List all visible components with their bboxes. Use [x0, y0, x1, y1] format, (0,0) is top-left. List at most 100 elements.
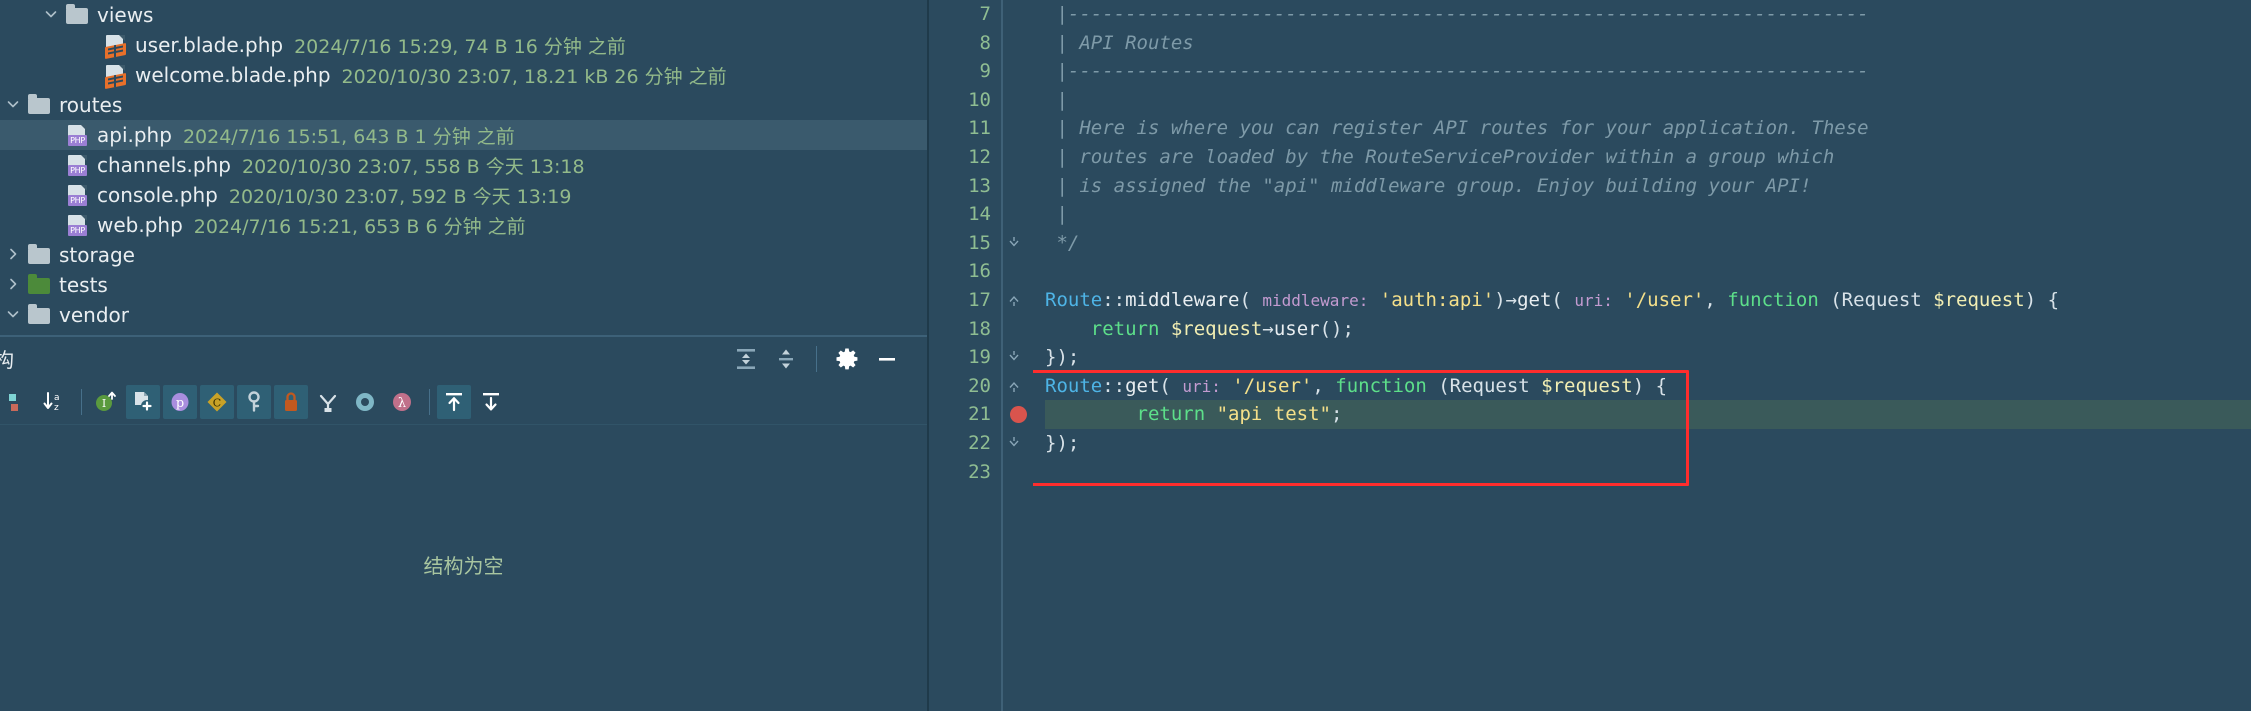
- blade-file-icon: [102, 64, 128, 90]
- tree-row[interactable]: user.blade.php 2024/7/16 15:29, 74 B 16 分…: [0, 30, 927, 60]
- tree-row-label: user.blade.php: [135, 33, 284, 57]
- show-interfaces-icon[interactable]: [348, 385, 382, 419]
- project-file-tree[interactable]: views user.blade.php 2024/7/16 15:29, 74 B…: [0, 0, 927, 335]
- show-constants-icon[interactable]: C: [200, 385, 234, 419]
- line-number[interactable]: 11: [929, 114, 1001, 143]
- folder-icon: [26, 244, 52, 266]
- php-file-icon: PHP: [64, 124, 90, 146]
- line-number[interactable]: 14: [929, 200, 1001, 229]
- svg-text:λ: λ: [398, 396, 406, 411]
- fold-end-icon[interactable]: [1007, 436, 1021, 450]
- chevron-right-icon[interactable]: [0, 246, 26, 265]
- tree-row[interactable]: PHP web.php 2024/7/16 15:21, 653 B 6 分钟 之前: [0, 210, 927, 240]
- code-line[interactable]: |: [1045, 200, 2251, 229]
- line-number[interactable]: 10: [929, 86, 1001, 115]
- code-token: ::: [1102, 288, 1126, 311]
- php-file-icon: PHP: [64, 214, 90, 236]
- show-anonymous-classes-icon[interactable]: [126, 385, 160, 419]
- show-non-public-icon[interactable]: [274, 385, 308, 419]
- show-inherited-tree-icon[interactable]: [311, 385, 345, 419]
- show-fields-icon[interactable]: [237, 385, 271, 419]
- editor-fold-column[interactable]: [1001, 0, 1033, 711]
- code-token: return: [1136, 403, 1206, 426]
- line-number[interactable]: 20: [929, 372, 1001, 401]
- line-number[interactable]: 7: [929, 0, 1001, 29]
- expand-all-icon[interactable]: [726, 339, 766, 379]
- code-line[interactable]: | Here is where you can register API rou…: [1045, 114, 2251, 143]
- code-token: '/user': [1624, 288, 1705, 311]
- folder-icon: [26, 304, 52, 326]
- collapse-all-icon[interactable]: [766, 339, 806, 379]
- tree-row[interactable]: tests: [0, 270, 927, 300]
- code-token: ) {: [2024, 288, 2060, 311]
- line-number[interactable]: 17: [929, 286, 1001, 315]
- fold-end-icon[interactable]: [1007, 236, 1021, 250]
- show-properties-icon[interactable]: p: [163, 385, 197, 419]
- code-line[interactable]: });: [1045, 343, 2251, 372]
- structure-panel-toolbar[interactable]: az Ip Cλ: [0, 380, 927, 425]
- code-token: function: [1727, 288, 1819, 311]
- code-token: $request: [1933, 288, 2025, 311]
- code-line[interactable]: [1045, 257, 2251, 286]
- code-line[interactable]: return "api test";: [1045, 400, 2251, 429]
- code-line[interactable]: Route::get( uri: '/user', function (Requ…: [1045, 372, 2251, 401]
- tree-row[interactable]: PHP console.php 2020/10/30 23:07, 592 B 今天…: [0, 180, 927, 210]
- chevron-right-icon[interactable]: [0, 276, 26, 295]
- tree-row-label: welcome.blade.php: [135, 63, 331, 87]
- sort-by-visibility-icon[interactable]: [0, 385, 34, 419]
- code-line[interactable]: | routes are loaded by the RouteServiceP…: [1045, 143, 2251, 172]
- line-number[interactable]: 12: [929, 143, 1001, 172]
- show-inherited-members-icon[interactable]: I: [89, 385, 123, 419]
- code-line[interactable]: | is assigned the "api" middleware group…: [1045, 172, 2251, 201]
- show-lambdas-icon[interactable]: λ: [385, 385, 419, 419]
- line-number[interactable]: 16: [929, 257, 1001, 286]
- code-line[interactable]: | API Routes: [1045, 29, 2251, 58]
- fold-end-icon[interactable]: [1007, 350, 1021, 364]
- line-number[interactable]: 23: [929, 458, 1001, 487]
- fold-start-icon[interactable]: [1007, 379, 1021, 393]
- code-token: '/user': [1232, 374, 1313, 397]
- php-file-icon: PHP: [64, 154, 90, 176]
- tree-row-meta: 2024/7/16 15:21, 653 B 6 分钟 之前: [193, 215, 526, 238]
- editor-gutter[interactable]: 7 8 9 10 11 12 13 14 15 16 17 18 19 20 21 22 23: [929, 0, 1027, 711]
- code-line[interactable]: return $request→user();: [1045, 315, 2251, 344]
- code-line[interactable]: |: [1045, 86, 2251, 115]
- fold-start-icon[interactable]: [1007, 293, 1021, 307]
- sort-alphabetically-icon[interactable]: az: [37, 385, 71, 419]
- tree-row[interactable]: views: [0, 0, 927, 30]
- expand-all-nodes-icon[interactable]: [437, 385, 471, 419]
- settings-gear-icon[interactable]: [827, 339, 867, 379]
- code-line[interactable]: |---------------------------------------…: [1045, 57, 2251, 86]
- line-number[interactable]: 21: [929, 400, 1027, 429]
- line-number[interactable]: 15: [929, 229, 1001, 258]
- tree-row[interactable]: vendor: [0, 300, 927, 330]
- chevron-down-icon[interactable]: [0, 306, 26, 325]
- line-number[interactable]: 9: [929, 57, 1001, 86]
- code-editor[interactable]: 7 8 9 10 11 12 13 14 15 16 17 18 19 20 21 22 23 |-------…: [929, 0, 2251, 711]
- editor-code-area[interactable]: |---------------------------------------…: [1033, 0, 2251, 711]
- chevron-down-icon[interactable]: [38, 6, 64, 25]
- code-token: Route: [1045, 374, 1103, 397]
- collapse-all-nodes-icon[interactable]: [474, 385, 508, 419]
- code-line[interactable]: });: [1045, 429, 2251, 458]
- code-line[interactable]: |---------------------------------------…: [1045, 0, 2251, 29]
- line-number[interactable]: 22: [929, 429, 1001, 458]
- line-number[interactable]: 18: [929, 315, 1001, 344]
- line-number[interactable]: 13: [929, 172, 1001, 201]
- code-line[interactable]: [1045, 458, 2251, 487]
- hide-panel-icon[interactable]: [867, 339, 907, 379]
- tree-row[interactable]: PHP api.php 2024/7/16 15:51, 643 B 1 分钟 之前: [0, 120, 927, 150]
- tree-row[interactable]: storage: [0, 240, 927, 270]
- tree-row[interactable]: routes: [0, 90, 927, 120]
- tree-row[interactable]: welcome.blade.php 2020/10/30 23:07, 18.21…: [0, 60, 927, 90]
- line-number[interactable]: 8: [929, 29, 1001, 58]
- code-token: $request: [1541, 374, 1633, 397]
- code-token: |: [1045, 203, 1068, 226]
- folder-icon: [64, 4, 90, 26]
- line-number[interactable]: 19: [929, 343, 1001, 372]
- chevron-down-icon[interactable]: [0, 96, 26, 115]
- tree-row[interactable]: PHP channels.php 2020/10/30 23:07, 558 B 今…: [0, 150, 927, 180]
- code-line[interactable]: Route::middleware( middleware: 'auth:api…: [1045, 286, 2251, 315]
- code-token: ;: [1331, 403, 1343, 426]
- code-line[interactable]: */: [1045, 229, 2251, 258]
